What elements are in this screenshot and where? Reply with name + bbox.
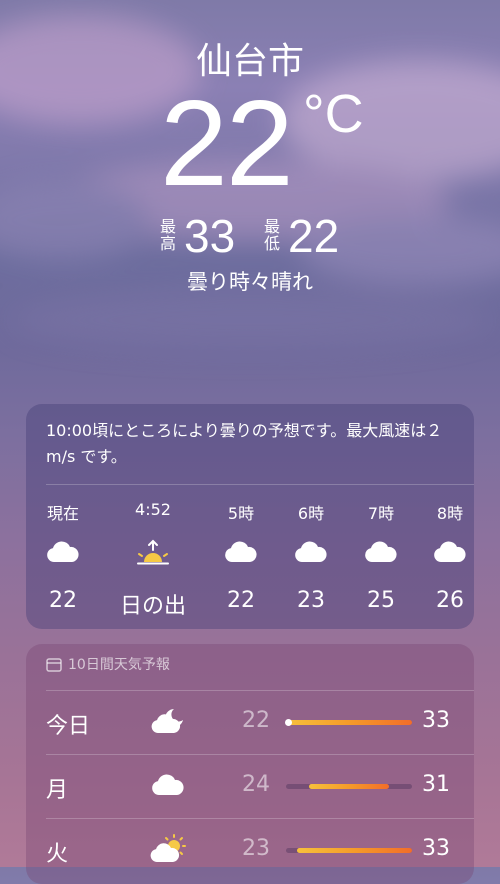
temperature-range-bar <box>286 784 412 789</box>
hour-item: 8時 26 <box>415 500 474 613</box>
hour-time: 8時 <box>436 504 464 523</box>
hour-item: 6時 23 <box>276 500 346 613</box>
ten-day-forecast-card[interactable]: 10日間天気予報 今日 22 33 月 24 31 火 23 33 <box>26 644 474 884</box>
forecast-row-today[interactable]: 今日 22 33 <box>26 694 474 752</box>
forecast-high: 33 <box>422 708 450 733</box>
cloudy-night-icon <box>151 709 183 733</box>
cloud-icon <box>152 774 184 795</box>
high-temperature: 33 <box>184 210 236 262</box>
high-label: 最 高 <box>159 217 176 253</box>
forecast-high: 31 <box>422 772 450 797</box>
cloud-icon <box>28 530 98 574</box>
hour-temp: 22 <box>49 588 77 613</box>
current-temperature-marker <box>285 719 292 726</box>
hour-temp: 日の出 <box>119 594 186 619</box>
hour-time: 7時 <box>367 504 395 523</box>
hour-time: 5時 <box>227 504 255 523</box>
cloud-icon <box>206 530 276 574</box>
forecast-day: 今日 <box>46 714 91 739</box>
high-low-row: 最 高 33 最 低 22 <box>0 212 500 260</box>
calendar-icon <box>46 657 62 672</box>
forecast-high: 33 <box>422 836 450 861</box>
forecast-low: 22 <box>242 708 270 733</box>
temperature-range-fill <box>286 720 412 725</box>
hour-temp: 22 <box>227 588 255 613</box>
forecast-day: 火 <box>46 842 69 867</box>
low-temperature: 22 <box>288 210 340 262</box>
hour-item: 5時 22 <box>206 500 276 613</box>
hourly-divider <box>46 484 474 485</box>
hour-item: 4:52 日の出 <box>118 500 188 620</box>
forecast-low: 23 <box>242 836 270 861</box>
hour-temp: 26 <box>436 588 464 613</box>
cloud-icon <box>346 530 416 574</box>
hour-time: 4:52 <box>135 500 171 519</box>
hour-item: 現在 22 <box>28 500 98 613</box>
condition-text: 曇り時々晴れ <box>187 270 313 294</box>
hour-item: 7時 25 <box>346 500 416 613</box>
forecast-day: 月 <box>46 778 69 803</box>
forecast-title: 10日間天気予報 <box>68 657 170 673</box>
hour-time: 6時 <box>297 504 325 523</box>
hour-time: 現在 <box>46 504 79 523</box>
temperature-range-bar <box>286 848 412 853</box>
cloud-icon <box>276 530 346 574</box>
temperature-value: 22 <box>160 75 294 211</box>
sunrise-icon <box>118 530 188 574</box>
current-temperature: 22 °C <box>0 78 500 208</box>
temperature-unit: °C <box>303 84 364 144</box>
cloud-icon <box>415 530 474 574</box>
forecast-divider <box>46 754 474 755</box>
forecast-divider <box>46 690 474 691</box>
forecast-divider <box>46 818 474 819</box>
forecast-row-tue[interactable]: 火 23 33 <box>26 822 474 880</box>
temperature-range-fill <box>297 848 412 853</box>
low-label: 最 低 <box>263 217 280 253</box>
hourly-summary: 10:00頃にところにより曇りの予想です。最大風速は２ m/s です。 <box>46 421 443 466</box>
partly-sunny-icon <box>150 834 186 862</box>
forecast-header: 10日間天気予報 <box>46 654 170 674</box>
temperature-range-fill <box>308 784 390 789</box>
hour-temp: 23 <box>297 588 325 613</box>
forecast-low: 24 <box>242 772 270 797</box>
temperature-range-bar <box>285 719 412 726</box>
hourly-forecast-card[interactable]: 10:00頃にところにより曇りの予想です。最大風速は２ m/s です。 現在 2… <box>26 404 474 629</box>
forecast-row-mon[interactable]: 月 24 31 <box>26 758 474 816</box>
hour-temp: 25 <box>367 588 395 613</box>
